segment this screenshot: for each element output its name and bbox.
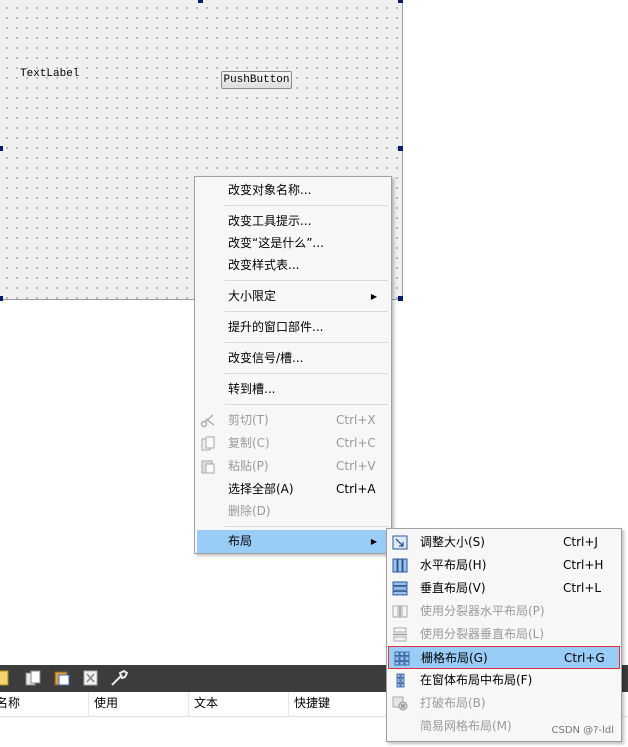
menu-separator <box>225 373 388 374</box>
menu-item-go-to-slot[interactable]: 转到槽... <box>195 378 391 401</box>
menu-item-whats-this[interactable]: 改变“这是什么”... <box>195 232 391 255</box>
selection-handle[interactable] <box>198 0 203 3</box>
grid-layout-icon <box>394 651 410 666</box>
menu-item-copy[interactable]: 复制(C) Ctrl+C <box>195 432 391 455</box>
selection-handle[interactable] <box>0 146 3 151</box>
push-button-widget[interactable]: PushButton <box>221 71 292 89</box>
menu-item-size-constraints[interactable]: 大小限定 ▶ <box>195 285 391 308</box>
column-divider[interactable] <box>88 692 89 716</box>
splitter-vertical-icon <box>392 627 408 642</box>
selection-handle[interactable] <box>398 146 403 151</box>
menu-separator <box>225 205 388 206</box>
menu-item-layout[interactable]: 布局 ▶ <box>197 530 389 553</box>
configure-action-icon[interactable] <box>110 669 132 687</box>
paste-icon <box>200 459 216 474</box>
menu-item-rename[interactable]: 改变对象名称... <box>195 179 391 202</box>
column-header-text[interactable]: 文本 <box>194 692 218 716</box>
horizontal-layout-icon <box>392 558 408 573</box>
selection-handle[interactable] <box>398 0 403 3</box>
column-header-name[interactable]: 名称 <box>0 692 20 716</box>
text-label-widget[interactable]: TextLabel <box>20 68 79 80</box>
selection-handle[interactable] <box>398 296 403 301</box>
new-action-icon[interactable] <box>0 669 12 687</box>
menu-item-horizontal-layout[interactable]: 水平布局(H) Ctrl+H <box>387 554 621 577</box>
cut-icon <box>200 413 216 428</box>
menu-item-signals-slots[interactable]: 改变信号/槽... <box>195 347 391 370</box>
menu-separator <box>225 311 388 312</box>
menu-item-grid-layout[interactable]: 栅格布局(G) Ctrl+G <box>388 646 620 669</box>
column-divider[interactable] <box>188 692 189 716</box>
column-divider[interactable] <box>288 692 289 716</box>
menu-item-cut[interactable]: 剪切(T) Ctrl+X <box>195 409 391 432</box>
context-menu: 改变对象名称... 改变工具提示... 改变“这是什么”... 改变样式表...… <box>194 176 392 554</box>
menu-separator <box>225 526 388 527</box>
splitter-horizontal-icon <box>392 604 408 619</box>
copy-action-icon[interactable] <box>24 669 42 687</box>
menu-separator <box>225 342 388 343</box>
menu-item-splitter-vertical[interactable]: 使用分裂器垂直布局(L) <box>387 623 621 646</box>
vertical-layout-icon <box>392 581 408 596</box>
menu-item-adjust-size[interactable]: 调整大小(S) Ctrl+J <box>387 531 621 554</box>
submenu-arrow-icon: ▶ <box>370 537 377 546</box>
menu-item-promote[interactable]: 提升的窗口部件... <box>195 316 391 339</box>
menu-item-form-layout[interactable]: 在窗体布局中布局(F) <box>387 669 621 692</box>
form-layout-icon <box>392 673 408 688</box>
menu-separator <box>225 404 388 405</box>
watermark: CSDN @?-ldl <box>551 725 614 736</box>
delete-action-icon[interactable] <box>82 669 100 687</box>
menu-item-break-layout[interactable]: 打破布局(B) <box>387 692 621 715</box>
menu-separator <box>225 280 388 281</box>
menu-item-change-tooltip[interactable]: 改变工具提示... <box>195 210 391 233</box>
menu-item-vertical-layout[interactable]: 垂直布局(V) Ctrl+L <box>387 577 621 600</box>
menu-item-splitter-horizontal[interactable]: 使用分裂器水平布局(P) <box>387 600 621 623</box>
menu-item-select-all[interactable]: 选择全部(A) Ctrl+A <box>195 478 391 501</box>
break-layout-icon <box>392 696 408 711</box>
menu-item-delete[interactable]: 删除(D) <box>195 500 391 523</box>
adjust-size-icon <box>392 535 408 550</box>
layout-submenu: 调整大小(S) Ctrl+J 水平布局(H) Ctrl+H 垂直布局(V) Ct… <box>386 528 622 742</box>
submenu-arrow-icon: ▶ <box>370 292 377 301</box>
column-header-shortcut[interactable]: 快捷键 <box>294 692 330 716</box>
selection-handle[interactable] <box>0 296 3 301</box>
paste-action-icon[interactable] <box>53 669 71 687</box>
menu-item-paste[interactable]: 粘贴(P) Ctrl+V <box>195 455 391 478</box>
menu-item-stylesheet[interactable]: 改变样式表... <box>195 254 391 277</box>
copy-icon <box>200 436 216 451</box>
column-header-used[interactable]: 使用 <box>94 692 118 716</box>
